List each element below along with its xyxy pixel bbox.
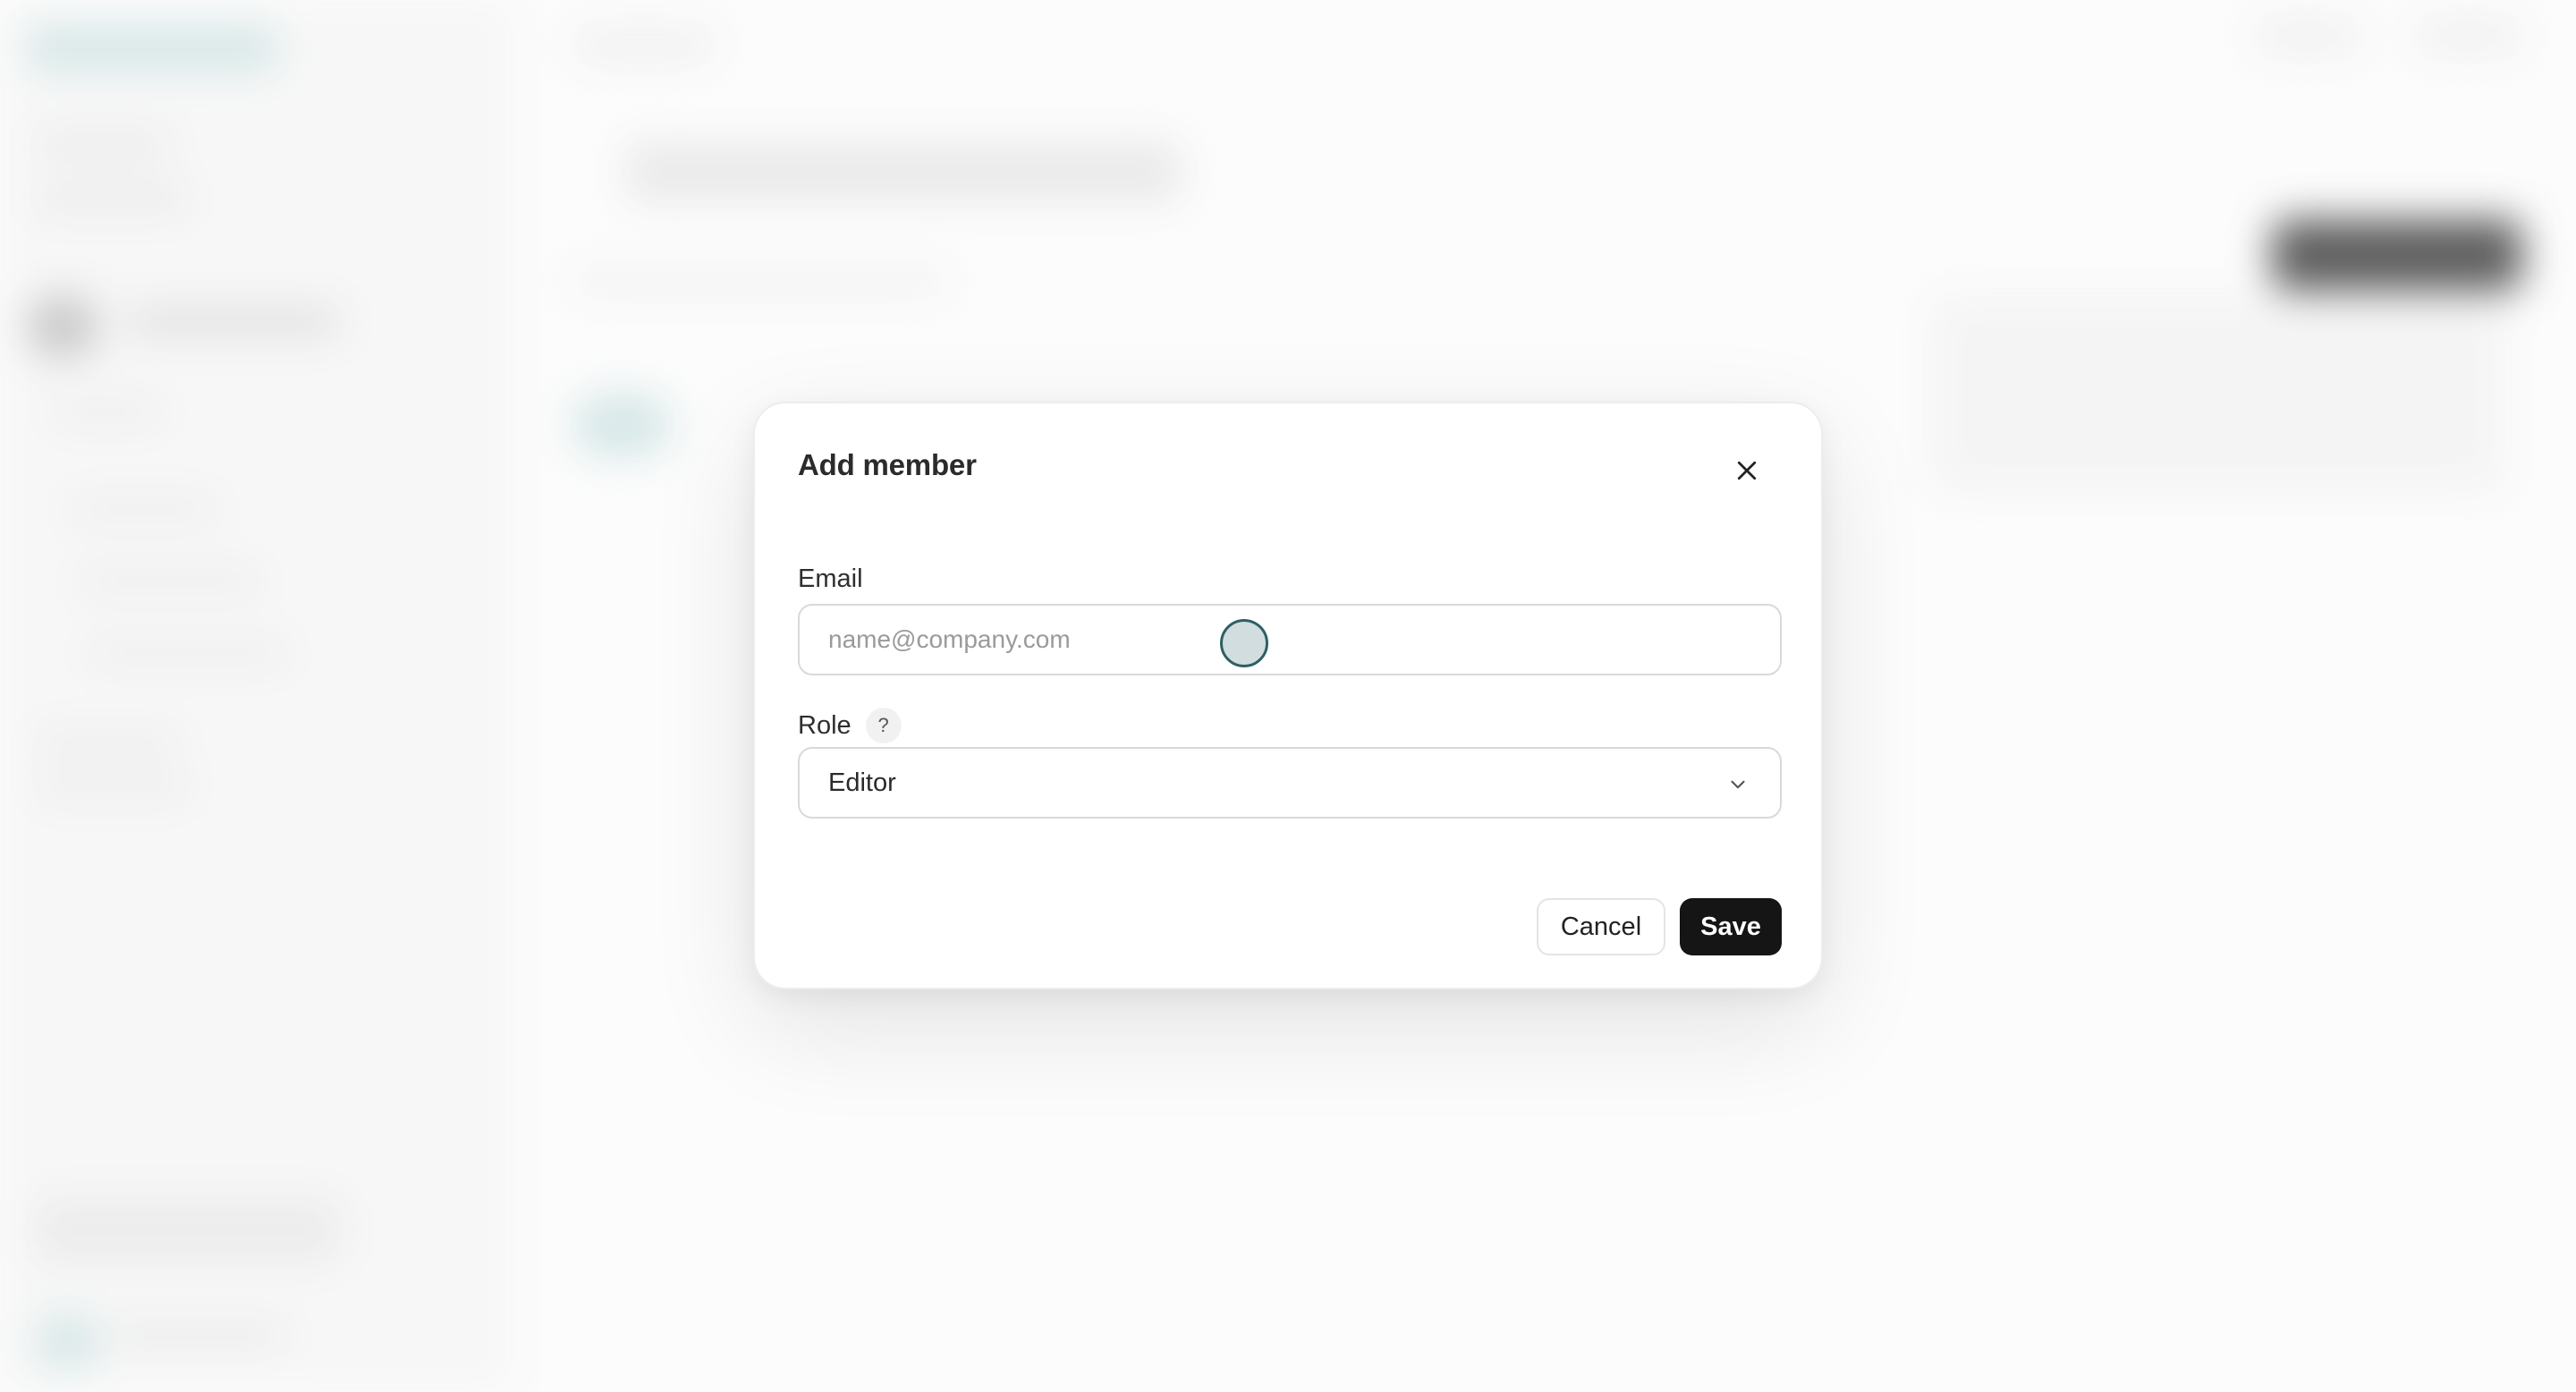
close-button[interactable] [1726,450,1767,491]
cancel-button[interactable]: Cancel [1537,898,1665,955]
add-member-dialog: Add member Email Role ? Editor Cancel Sa… [753,402,1823,989]
dialog-title: Add member [798,448,977,481]
role-help-icon[interactable]: ? [865,708,902,743]
save-button[interactable]: Save [1680,898,1782,955]
role-selected-value: Editor [828,768,896,797]
role-label: Role [798,710,852,740]
role-label-row: Role ? [798,708,902,743]
chevron-down-icon [1731,780,1745,789]
email-field[interactable] [798,604,1782,675]
role-select[interactable]: Editor [798,747,1782,819]
email-label: Email [798,564,863,593]
close-icon [1737,461,1757,480]
